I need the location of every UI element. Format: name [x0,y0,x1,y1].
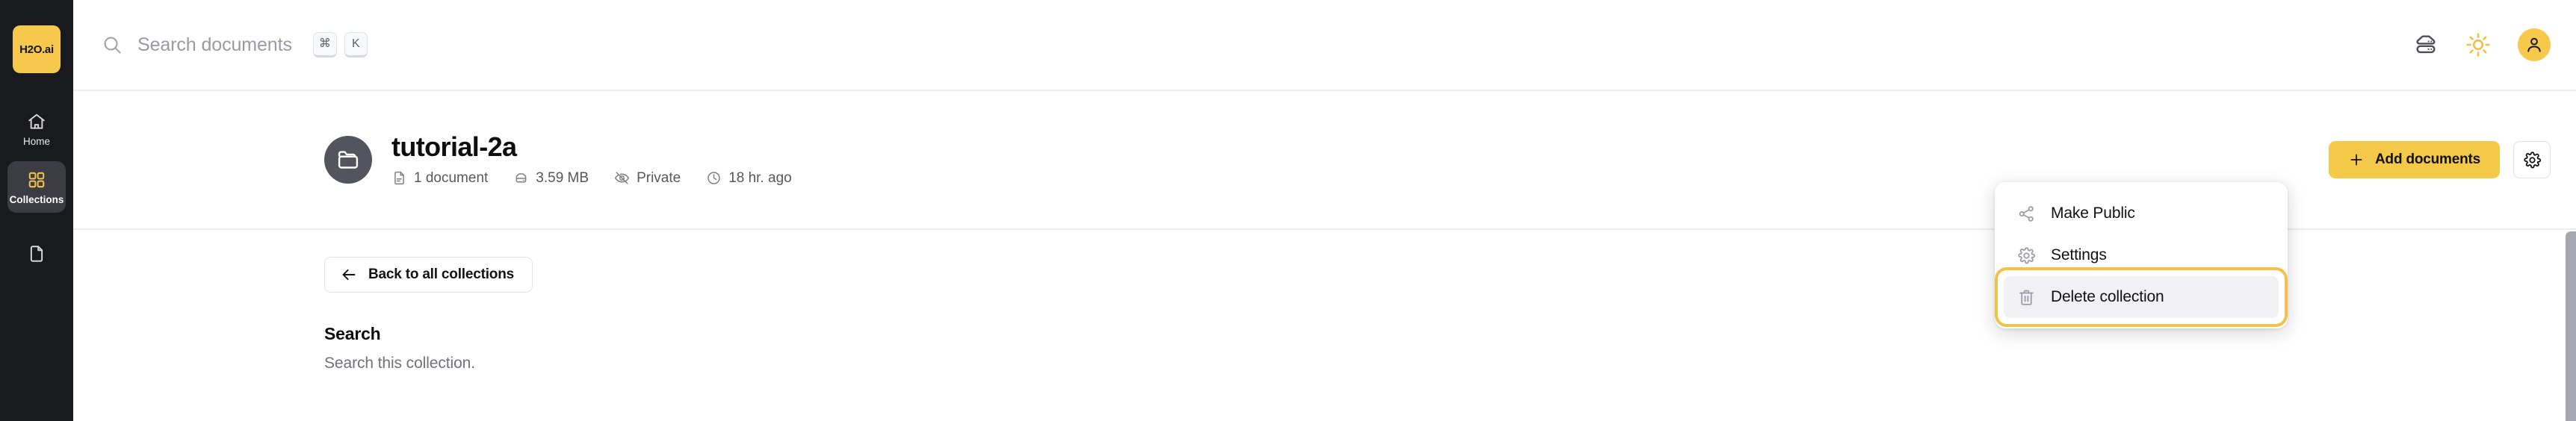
search-icon [102,34,123,55]
database-icon[interactable] [2413,32,2439,57]
collection-identity: tutorial-2a 1 document 3.59 MB Private 1… [102,133,2329,187]
collection-actions: Add documents [2329,141,2551,178]
page-title: tutorial-2a [391,131,517,163]
meta-label: Private [637,169,681,186]
share-icon [2017,205,2036,223]
grid-icon [27,170,46,190]
main-content: Search documents ⌘ K tutorial-2a 1 docum… [73,0,2576,421]
collection-settings-button[interactable] [2513,141,2551,178]
gear-icon [2017,246,2036,265]
meta-document-count: 1 document [391,170,488,187]
search-shortcut-hint: ⌘ K [312,32,368,57]
clock-icon [706,170,722,186]
sidebar-item-label: Collections [9,193,64,205]
topbar: Search documents ⌘ K [73,0,2576,91]
home-icon [27,112,46,131]
menu-item-label: Delete collection [2051,288,2164,305]
sidebar-item-home[interactable]: Home [7,103,66,155]
sun-icon[interactable] [2465,32,2491,57]
back-to-collections-button[interactable]: Back to all collections [324,257,533,293]
menu-item-settings[interactable]: Settings [2004,234,2279,276]
sidebar-item-label: Home [22,136,50,147]
search-placeholder: Search documents [137,34,292,55]
sidebar-item-documents[interactable] [7,235,66,277]
meta-label: 3.59 MB [536,169,589,186]
document-icon [27,244,46,263]
document-icon [391,170,407,186]
back-button-label: Back to all collections [368,266,514,282]
gear-icon [2523,151,2542,169]
meta-size: 3.59 MB [513,170,589,187]
kbd-cmd: ⌘ [312,32,337,57]
plus-icon [2348,152,2365,168]
menu-item-delete-collection[interactable]: Delete collection [1995,267,2288,327]
storage-icon [513,170,529,186]
collection-meta: 1 document 3.59 MB Private 18 hr. ago [391,170,792,187]
user-avatar[interactable] [2518,28,2551,61]
folder-icon [324,135,372,184]
collection-info: tutorial-2a 1 document 3.59 MB Private 1… [391,133,792,187]
add-documents-label: Add documents [2375,152,2480,167]
sidebar-nav: Home Collections [0,103,73,283]
arrow-left-icon [340,266,358,284]
meta-label: 1 document [414,169,489,186]
app-root: H2O.ai Home Collections Search documents… [0,0,2576,421]
search-input[interactable]: Search documents ⌘ K [102,32,2413,57]
topbar-actions [2413,28,2551,61]
meta-label: 18 hr. ago [728,169,792,186]
trash-icon [2017,288,2036,307]
menu-item-label: Settings [2051,246,2107,263]
app-logo[interactable]: H2O.ai [13,25,61,73]
sidebar-item-collections[interactable]: Collections [7,160,66,213]
menu-item-label: Make Public [2051,205,2135,222]
meta-visibility: Private [614,170,681,187]
menu-item-make-public[interactable]: Make Public [2004,193,2279,234]
eye-off-icon [614,170,630,186]
collection-settings-menu: Make Public Settings Delete collection [1995,182,2288,328]
kbd-k: K [344,32,368,57]
sidebar: H2O.ai Home Collections [0,0,73,421]
add-documents-button[interactable]: Add documents [2329,141,2500,178]
search-section-subtitle: Search this collection. [324,355,475,372]
app-logo-text: H2O.ai [19,43,54,56]
vertical-scrollbar[interactable] [2566,231,2576,421]
meta-updated: 18 hr. ago [706,170,792,187]
